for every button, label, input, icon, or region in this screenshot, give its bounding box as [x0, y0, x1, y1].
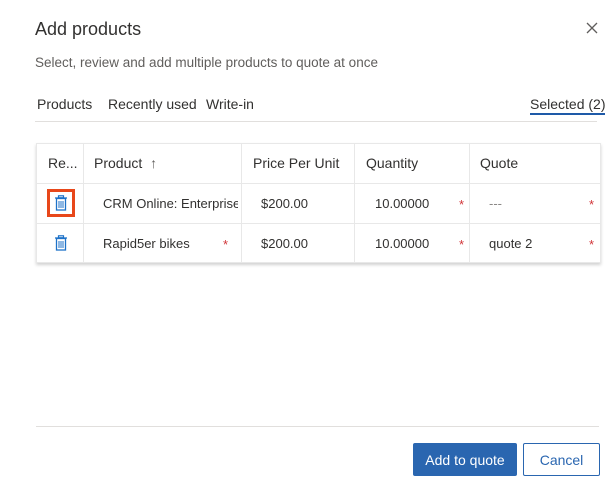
column-header-product-label: Product [94, 155, 143, 171]
required-indicator: * [459, 237, 465, 252]
tab-recently-used[interactable]: Recently used [108, 96, 197, 112]
column-header-remove[interactable]: Re... [48, 144, 84, 183]
quantity-cell[interactable]: 10.00000 [375, 184, 455, 223]
dialog-subtitle: Select, review and add multiple products… [35, 55, 378, 70]
table-row[interactable]: CRM Online: Enterprise $200.00 10.00000 … [37, 184, 600, 224]
quote-cell[interactable]: quote 2 [489, 224, 569, 263]
grid-panel: Re... Product ↑ Price Per Unit Quantity … [36, 143, 601, 427]
column-header-price[interactable]: Price Per Unit [253, 144, 353, 183]
tab-bar: Products Recently used Write-in Selected… [35, 96, 606, 122]
tab-write-in[interactable]: Write-in [206, 96, 254, 112]
required-indicator: * [589, 197, 595, 212]
trash-icon[interactable] [47, 189, 75, 217]
product-cell[interactable]: CRM Online: Enterprise [103, 184, 238, 223]
cancel-button[interactable]: Cancel [523, 443, 600, 476]
table-row[interactable]: Rapid5er bikes * $200.00 10.00000 * quot… [37, 224, 600, 263]
quote-cell[interactable]: --- [489, 184, 569, 223]
trash-icon[interactable] [50, 232, 72, 254]
grid-header: Re... Product ↑ Price Per Unit Quantity … [37, 144, 600, 184]
tab-selected[interactable]: Selected (2) [530, 96, 606, 115]
add-to-quote-button[interactable]: Add to quote [413, 443, 517, 476]
sort-ascending-icon: ↑ [150, 155, 158, 171]
column-header-quote[interactable]: Quote [480, 144, 580, 183]
required-indicator: * [223, 237, 229, 252]
column-header-product[interactable]: Product ↑ [94, 144, 234, 183]
price-cell[interactable]: $200.00 [261, 184, 341, 223]
tab-products[interactable]: Products [37, 96, 92, 112]
close-icon[interactable] [582, 18, 602, 38]
column-header-quantity[interactable]: Quantity [366, 144, 466, 183]
price-cell[interactable]: $200.00 [261, 224, 341, 263]
required-indicator: * [459, 197, 465, 212]
quantity-cell[interactable]: 10.00000 [375, 224, 455, 263]
selected-products-grid: Re... Product ↑ Price Per Unit Quantity … [36, 143, 601, 263]
product-cell[interactable]: Rapid5er bikes [103, 224, 213, 263]
required-indicator: * [589, 237, 595, 252]
dialog-title: Add products [35, 19, 142, 39]
